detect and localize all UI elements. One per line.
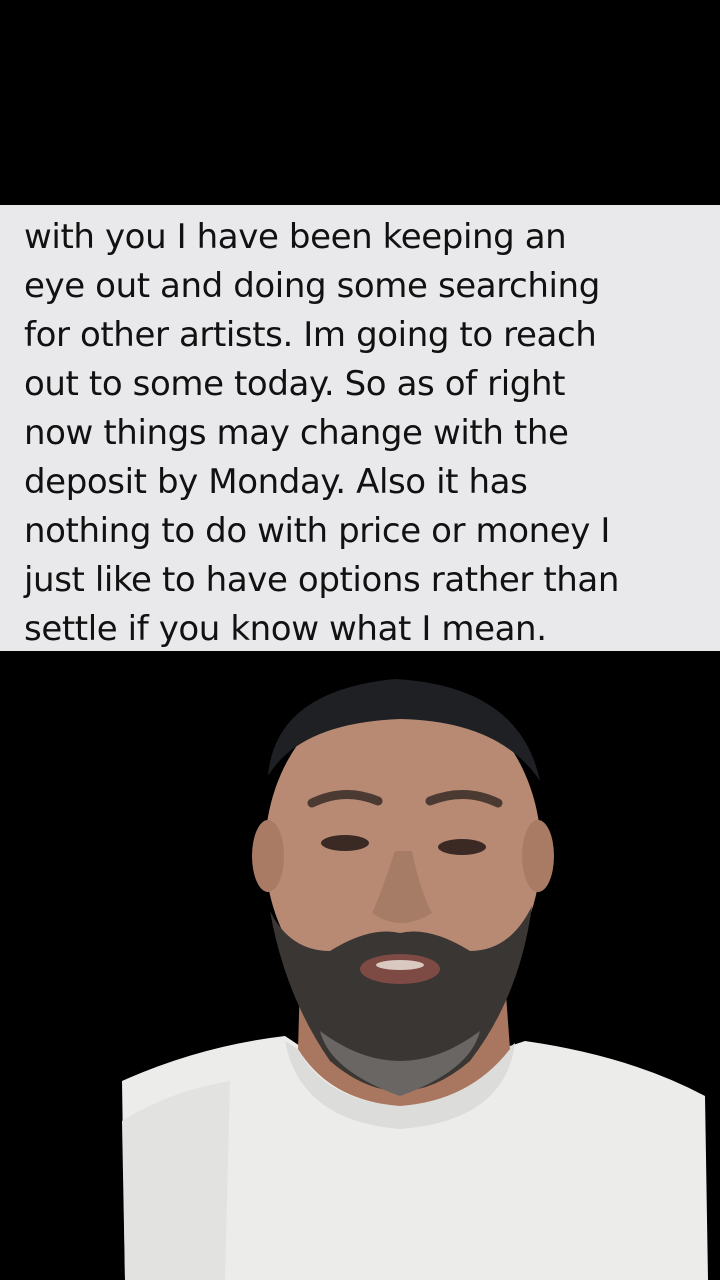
message-line: just like to have options rather than: [24, 560, 620, 600]
message-line: deposit by Monday. Also it has: [24, 462, 528, 502]
person-illustration: [122, 679, 708, 1280]
message-line: out to some today. So as of right: [24, 364, 566, 404]
person-cutout: [0, 651, 720, 1280]
message-line: with you I have been keeping an: [24, 217, 567, 257]
message-line: settle if you know what I mean.: [24, 609, 547, 649]
right-ear: [522, 820, 554, 892]
message-line: for other artists. Im going to reach: [24, 315, 597, 355]
video-frame: with you I have been keeping an eye out …: [0, 0, 720, 1280]
left-eye: [321, 835, 369, 851]
message-line: eye out and doing some searching: [24, 266, 600, 306]
right-eye: [438, 839, 486, 855]
text-message-screenshot: with you I have been keeping an eye out …: [0, 205, 720, 651]
message-line: now things may change with the: [24, 413, 569, 453]
message-line: nothing to do with price or money I: [24, 511, 611, 551]
left-ear: [252, 820, 284, 892]
teeth: [376, 960, 424, 970]
